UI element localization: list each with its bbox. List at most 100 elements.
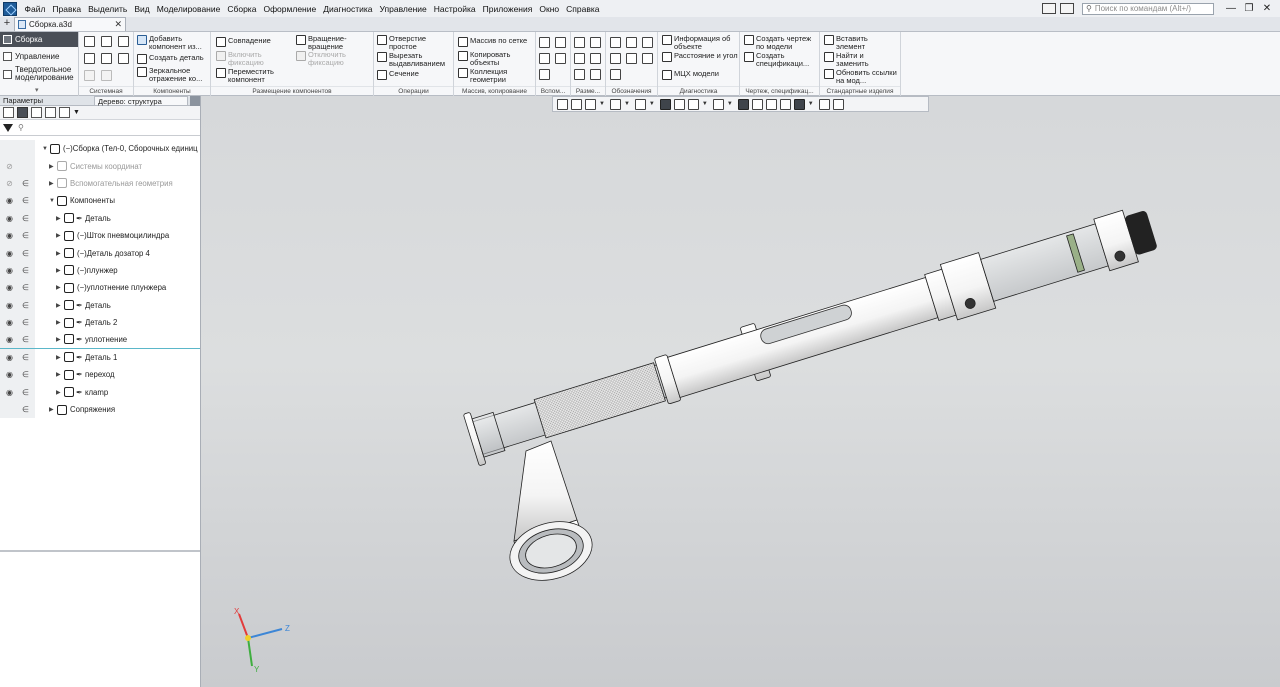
chevron-down-icon[interactable]: ▼ bbox=[624, 101, 630, 107]
expand-arrow-icon[interactable]: ▶ bbox=[56, 354, 61, 361]
chevron-down-icon[interactable]: ▼ bbox=[599, 101, 605, 107]
expand-arrow-icon[interactable]: ▶ bbox=[56, 215, 61, 222]
tree-row[interactable]: ◉ ∈ ▶ ✒ уплотнение bbox=[0, 331, 200, 349]
tree-row[interactable]: ⊘ ▶ Системы координат bbox=[0, 157, 200, 174]
display-mode-icon[interactable] bbox=[712, 98, 724, 110]
element-of-icon[interactable]: ∈ bbox=[21, 301, 30, 310]
create-part-button[interactable]: Создать деталь bbox=[137, 54, 204, 64]
array-grid-button[interactable]: Массив по сетке bbox=[458, 37, 527, 47]
preview-icon[interactable] bbox=[101, 53, 112, 64]
menu-item[interactable]: Настройка bbox=[430, 4, 479, 14]
element-of-icon[interactable]: ∈ bbox=[21, 266, 30, 275]
perspective-icon[interactable] bbox=[751, 98, 763, 110]
restore-button[interactable]: ❐ bbox=[1242, 3, 1256, 14]
tree-row[interactable]: ◉ ∈ ▼ Компоненты bbox=[0, 192, 200, 209]
eye-crossed-icon[interactable]: ⊘ bbox=[4, 179, 15, 188]
transparent-guide[interactable] bbox=[980, 223, 1109, 302]
tree-filter-view-icon[interactable] bbox=[45, 107, 56, 118]
expand-arrow-icon[interactable]: ▼ bbox=[42, 146, 48, 152]
element-of-icon[interactable]: ∈ bbox=[21, 179, 30, 188]
geometry-collection-button[interactable]: Коллекция геометрии bbox=[458, 68, 520, 83]
mode-assembly[interactable]: Сборка bbox=[0, 32, 78, 47]
eye-icon[interactable]: ◉ bbox=[4, 266, 15, 275]
eye-icon[interactable]: ◉ bbox=[4, 335, 15, 344]
rotation-button[interactable]: Вращение-вращение bbox=[296, 35, 358, 50]
tree-row[interactable]: ◉ ∈ ▶ (−)уплотнение плунжера bbox=[0, 279, 200, 296]
filter-icon[interactable] bbox=[3, 123, 13, 132]
menu-item[interactable]: Диагностика bbox=[320, 4, 376, 14]
close-button[interactable]: ✕ bbox=[1260, 3, 1274, 14]
layout-icon[interactable] bbox=[1042, 3, 1056, 14]
pencil-icon[interactable] bbox=[832, 98, 844, 110]
hole-simple-button[interactable]: Отверстие простое bbox=[377, 35, 434, 50]
position-icon[interactable] bbox=[642, 53, 653, 64]
chevron-down-icon[interactable]: ▾ bbox=[35, 86, 39, 94]
text-note-icon[interactable] bbox=[610, 69, 621, 80]
expand-arrow-icon[interactable]: ▶ bbox=[56, 232, 61, 239]
element-of-icon[interactable]: ∈ bbox=[21, 335, 30, 344]
angled-elbow[interactable] bbox=[503, 440, 599, 589]
tree-row[interactable]: ◉ ∈ ▶ ✒ Деталь 1 bbox=[0, 349, 200, 366]
element-of-icon[interactable]: ∈ bbox=[21, 370, 30, 379]
knurled-plunger[interactable] bbox=[533, 362, 666, 439]
tree-row[interactable]: ⊘ ∈ ▶ Вспомогательная геометрия bbox=[0, 175, 200, 192]
auto-dimension-icon[interactable] bbox=[574, 69, 585, 80]
new-tab-button[interactable]: + bbox=[0, 17, 14, 31]
tree-row[interactable]: ◉ ∈ ▶ ✒ переход bbox=[0, 366, 200, 383]
document-tab[interactable]: Сборка.a3d ✕ bbox=[14, 17, 126, 31]
filter-icon[interactable] bbox=[793, 98, 805, 110]
layers-icon[interactable] bbox=[779, 98, 791, 110]
element-of-icon[interactable]: ∈ bbox=[21, 318, 30, 327]
coincidence-button[interactable]: Совпадение bbox=[216, 37, 271, 47]
element-of-icon[interactable]: ∈ bbox=[21, 283, 30, 292]
eye-icon[interactable]: ◉ bbox=[4, 196, 15, 205]
tree-options-icon[interactable] bbox=[59, 107, 70, 118]
print-icon[interactable] bbox=[84, 53, 95, 64]
find-replace-button[interactable]: Найти и заменить bbox=[824, 52, 876, 67]
menu-item[interactable]: Управление bbox=[376, 4, 430, 14]
expand-arrow-icon[interactable]: ▶ bbox=[56, 250, 61, 257]
tab-tree-structure[interactable]: Дерево: структура bbox=[94, 96, 188, 106]
mode-solid-modeling[interactable]: Твердотельное моделирование bbox=[0, 64, 78, 84]
tree-row[interactable]: ◉ ∈ ▶ (−)плунжер bbox=[0, 262, 200, 279]
roughness-icon[interactable] bbox=[626, 37, 637, 48]
open-folder-icon[interactable] bbox=[101, 36, 112, 47]
add-component-button[interactable]: Добавить компонент из... bbox=[137, 35, 211, 50]
tree-row[interactable]: ◉ ∈ ▶ (−)Шток пневмоцилиндра bbox=[0, 227, 200, 244]
save-icon[interactable] bbox=[118, 36, 129, 47]
element-of-icon[interactable]: ∈ bbox=[21, 249, 30, 258]
mode-management[interactable]: Управление bbox=[0, 49, 78, 64]
menu-item[interactable]: Вид bbox=[131, 4, 153, 14]
eye-icon[interactable]: ◉ bbox=[4, 249, 15, 258]
enable-fix-button[interactable]: Включить фиксацию bbox=[216, 51, 276, 66]
tolerance-icon[interactable] bbox=[610, 53, 621, 64]
wireframe-cube-icon[interactable] bbox=[673, 98, 685, 110]
angular-dimension-icon[interactable] bbox=[590, 37, 601, 48]
tree-row[interactable]: ◉ ∈ ▶ ✒ Деталь bbox=[0, 297, 200, 314]
aux-axis-icon[interactable] bbox=[555, 37, 566, 48]
eye-icon[interactable]: ◉ bbox=[4, 301, 15, 310]
cut-extrude-button[interactable]: Вырезать выдавливанием bbox=[377, 52, 453, 67]
minimize-button[interactable]: — bbox=[1224, 3, 1238, 14]
section-button[interactable]: Сечение bbox=[377, 70, 419, 80]
eye-icon[interactable]: ◉ bbox=[4, 283, 15, 292]
mass-props-button[interactable]: МЦХ модели bbox=[662, 70, 719, 80]
menu-item[interactable]: Моделирование bbox=[153, 4, 224, 14]
lcs-icon[interactable] bbox=[571, 98, 582, 110]
menu-item[interactable]: Приложения bbox=[479, 4, 536, 14]
close-tab-icon[interactable]: ✕ bbox=[114, 19, 122, 30]
distance-angle-button[interactable]: Расстояние и угол bbox=[662, 52, 738, 62]
expand-arrow-icon[interactable]: ▶ bbox=[56, 319, 61, 326]
menu-item[interactable]: Файл bbox=[21, 4, 49, 14]
redo-icon[interactable] bbox=[101, 70, 112, 81]
eye-icon[interactable]: ◉ bbox=[4, 353, 15, 362]
orientation-icon[interactable] bbox=[557, 98, 568, 110]
menu-item[interactable]: Окно bbox=[536, 4, 563, 14]
menu-item[interactable]: Сборка bbox=[224, 4, 260, 14]
element-of-icon[interactable]: ∈ bbox=[21, 388, 30, 397]
expand-arrow-icon[interactable]: ▶ bbox=[56, 389, 61, 396]
tree-row[interactable]: ▼ (−)Сборка (Тел-0, Сборочных единиц bbox=[0, 140, 200, 157]
gear-icon[interactable] bbox=[190, 96, 200, 106]
leader-icon[interactable] bbox=[610, 37, 621, 48]
radial-dimension-icon[interactable] bbox=[574, 53, 585, 64]
